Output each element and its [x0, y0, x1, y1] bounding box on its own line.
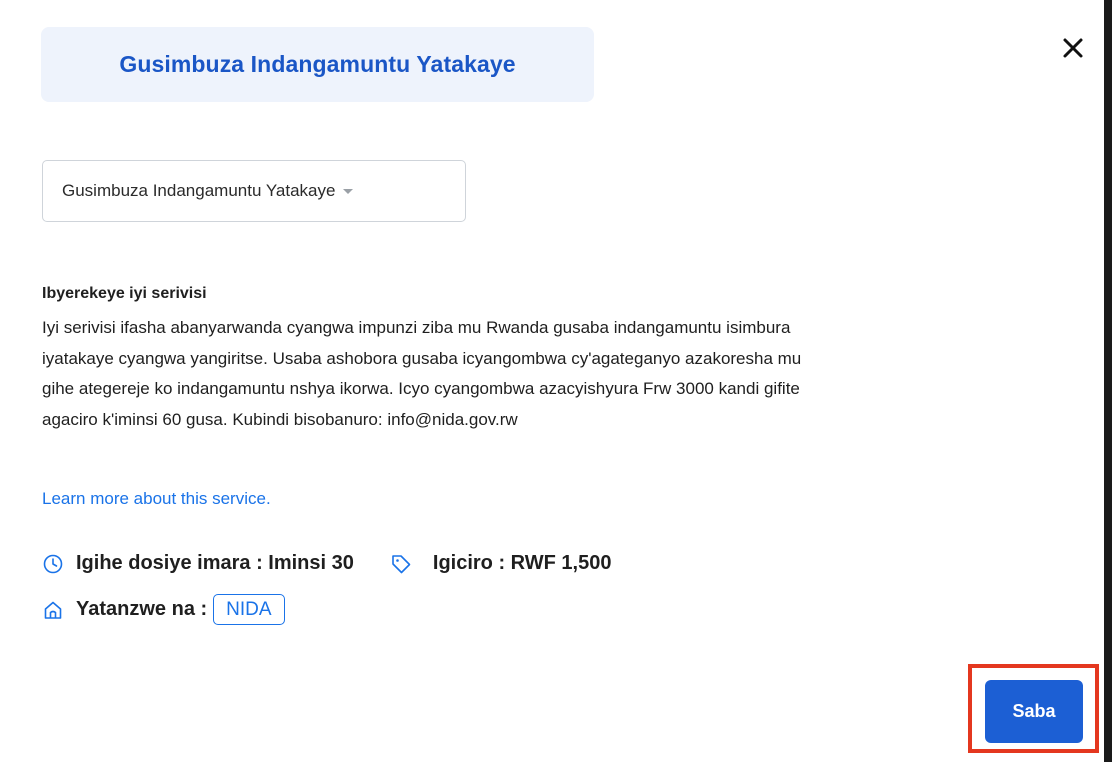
about-line: Iyi serivisi ifasha abanyarwanda cyangwa…: [42, 318, 791, 337]
apply-button[interactable]: Saba: [985, 680, 1083, 743]
about-line: iyatakaye cyangwa yangiritse. Usaba asho…: [42, 348, 802, 368]
about-heading: Ibyerekeye iyi serivisi: [42, 285, 207, 302]
meta-row-provider: Yatanzwe na : NIDA: [42, 594, 285, 625]
service-modal: Gusimbuza Indangamuntu Yatakaye Gusimbuz…: [0, 0, 1104, 762]
duration-text: Igihe dosiye imara : Iminsi 30: [76, 552, 354, 574]
price-text: Igiciro : RWF 1,500: [432, 552, 612, 574]
learn-more-link[interactable]: Learn more about this service.: [42, 489, 271, 509]
about-line: gihe ategereje ko indangamuntu nshya iko…: [42, 379, 800, 398]
close-icon: [1063, 38, 1083, 58]
close-button[interactable]: [1058, 33, 1088, 63]
about-line: agaciro k'iminsi 60 gusa. Kubindi bisoba…: [42, 409, 518, 429]
modal-title: Gusimbuza Indangamuntu Yatakaye: [119, 51, 516, 77]
tag-icon: [392, 554, 411, 573]
caret-down-icon: [343, 188, 354, 194]
service-select[interactable]: Gusimbuza Indangamuntu Yatakaye: [42, 160, 466, 222]
meta-row-details: Igihe dosiye imara : Iminsi 30 Igiciro :…: [42, 552, 611, 575]
modal-title-chip: Gusimbuza Indangamuntu Yatakaye: [41, 27, 594, 102]
home-icon: [44, 601, 62, 619]
service-select-value: Gusimbuza Indangamuntu Yatakaye: [62, 181, 336, 200]
about-description: Iyi serivisi ifasha abanyarwanda cyangwa…: [42, 313, 1052, 435]
provider-badge: NIDA: [213, 594, 285, 625]
window-edge: [1104, 0, 1112, 762]
provider-label: Yatanzwe na :: [76, 598, 208, 620]
clock-icon: [43, 554, 63, 573]
